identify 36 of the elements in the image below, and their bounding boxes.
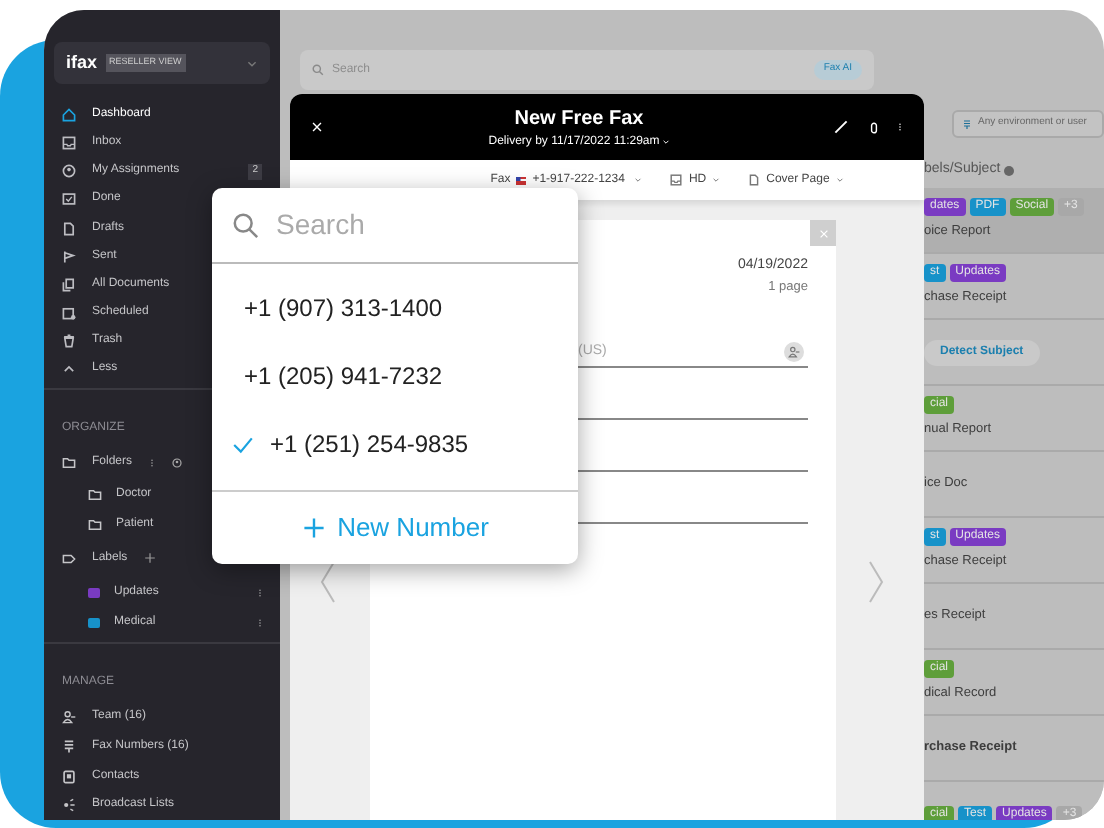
logo: ifax	[66, 49, 98, 76]
pencil-icon	[834, 120, 848, 134]
caret-icon	[661, 138, 670, 146]
caret-icon	[712, 176, 721, 184]
chevron-right-icon[interactable]	[866, 560, 886, 604]
contacts-icon	[62, 769, 76, 784]
page-icon	[748, 174, 761, 186]
caret-icon	[835, 176, 844, 184]
folder-icon	[62, 456, 76, 471]
modal-title: New Free Fax	[514, 105, 644, 133]
search-icon	[232, 211, 260, 239]
documents-icon	[62, 277, 76, 292]
folder-icon	[88, 487, 102, 502]
search-icon	[312, 64, 324, 76]
caret-icon	[634, 176, 643, 184]
plus-icon	[143, 552, 156, 565]
contacts-icon[interactable]	[784, 341, 804, 362]
team-icon	[62, 710, 76, 725]
paperclip-icon	[868, 119, 880, 135]
close-icon	[307, 117, 327, 137]
label-icon	[62, 551, 76, 566]
chevron-icon	[246, 57, 258, 70]
caret-icon	[62, 362, 76, 377]
number-option[interactable]: +1 (907) 313-1400	[212, 274, 578, 342]
trash-icon	[62, 334, 76, 349]
number-option[interactable]: +1 (251) 254-9835	[212, 410, 578, 478]
list-icon	[62, 739, 76, 754]
broadcast-icon	[62, 798, 76, 813]
chevron-left-icon[interactable]	[318, 560, 338, 604]
done-icon	[62, 192, 76, 207]
inbox-icon	[62, 136, 76, 151]
document-icon	[62, 221, 76, 236]
folder-icon	[88, 518, 102, 533]
plus-icon	[301, 516, 326, 540]
home-icon	[62, 108, 76, 123]
flag-icon	[62, 249, 76, 264]
